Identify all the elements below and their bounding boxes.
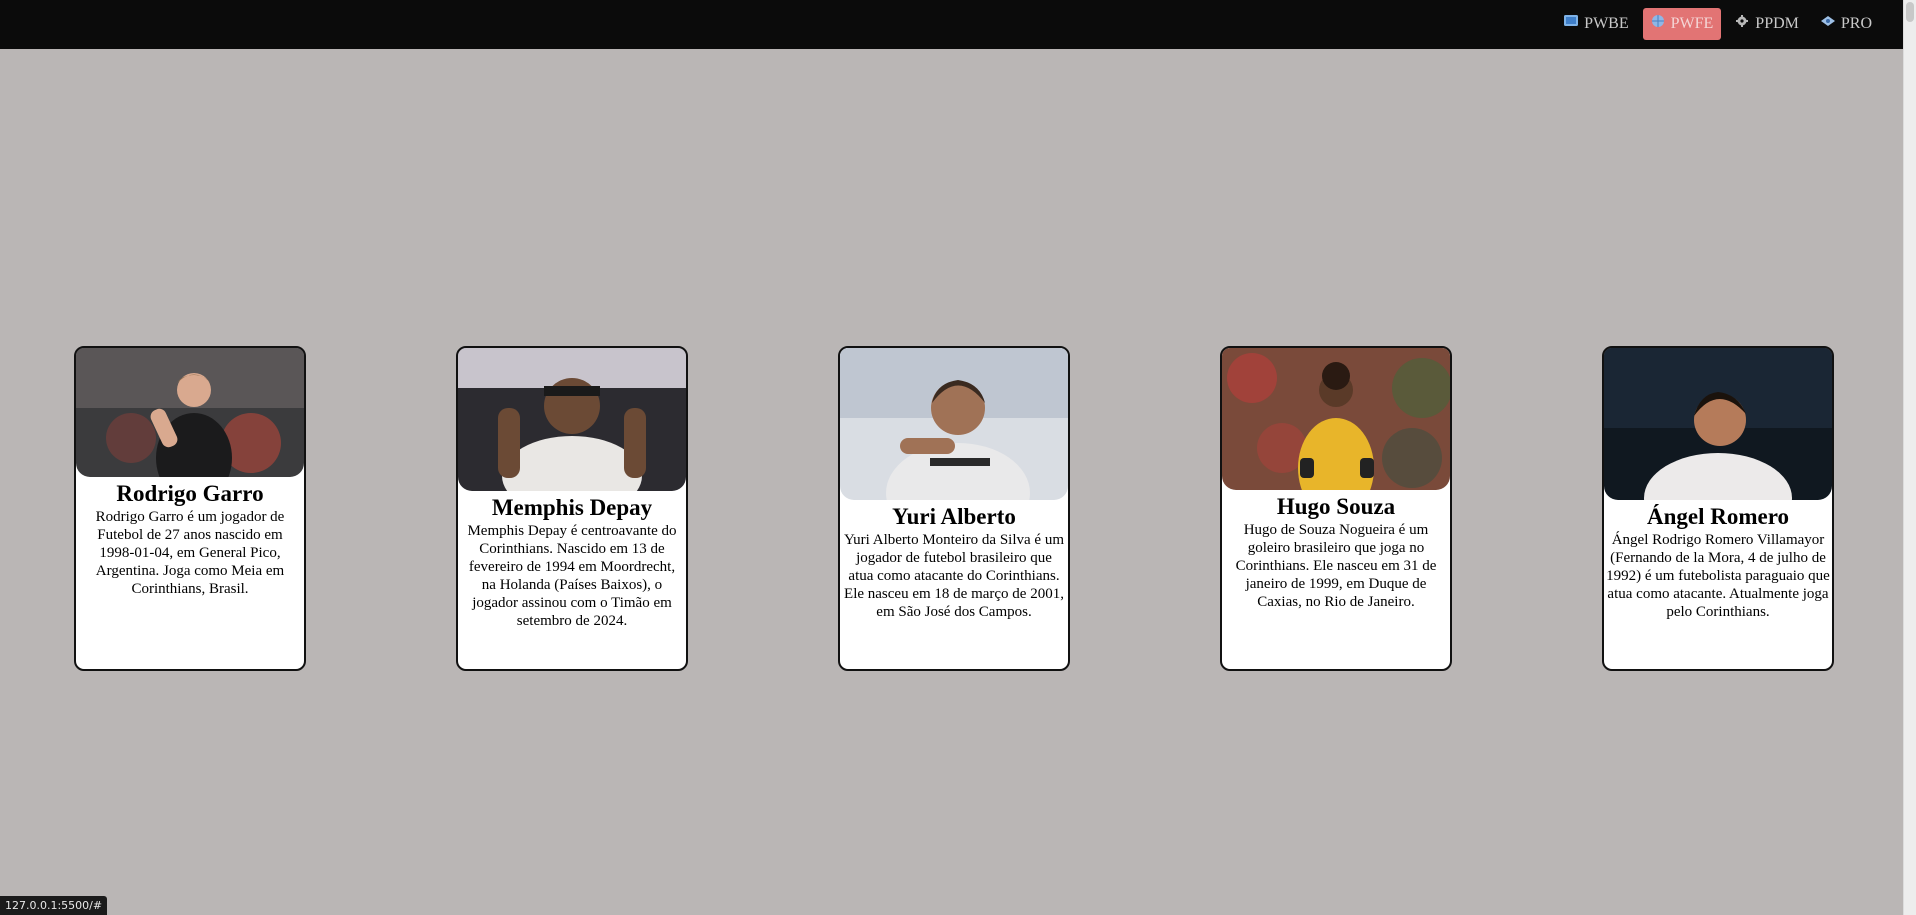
nav-item-label: PPDM xyxy=(1755,15,1799,32)
player-photo xyxy=(1222,348,1450,490)
player-name: Rodrigo Garro xyxy=(116,481,264,506)
player-name: Hugo Souza xyxy=(1276,494,1396,519)
player-description: Rodrigo Garro é um jogador de Futebol de… xyxy=(95,509,285,597)
player-photo xyxy=(840,348,1068,500)
book-icon xyxy=(1564,14,1579,26)
player-card: Rodrigo Garro Rodrigo Garro é um jogador… xyxy=(74,346,306,671)
nav-item-pwfe[interactable]: PWFE xyxy=(1642,8,1722,40)
player-card: Yuri Alberto Yuri Alberto Monteiro da Si… xyxy=(838,346,1070,671)
nav-item-label: PWFE xyxy=(1670,15,1714,32)
nav-item-pro[interactable]: PRO xyxy=(1813,8,1880,40)
player-name: Ángel Romero xyxy=(1646,504,1790,529)
scrollbar[interactable] xyxy=(1903,0,1916,915)
player-photo xyxy=(458,348,686,491)
player-card: Ángel Romero Ángel Rodrigo Romero Villam… xyxy=(1602,346,1834,671)
player-name: Memphis Depay xyxy=(491,495,653,520)
player-card: Hugo Souza Hugo de Souza Nogueira é um g… xyxy=(1220,346,1452,671)
player-description: Ángel Rodrigo Romero Villamayor (Fernand… xyxy=(1606,532,1830,620)
player-description: Memphis Depay é centroavante do Corinthi… xyxy=(467,523,677,629)
player-photo xyxy=(76,348,304,477)
eye-icon xyxy=(1820,14,1835,26)
player-name: Yuri Alberto xyxy=(892,504,1016,529)
top-navbar: PWBE PWFE PPDM PRO xyxy=(0,0,1904,49)
player-description: Yuri Alberto Monteiro da Silva é um joga… xyxy=(844,532,1064,620)
scrollbar-thumb[interactable] xyxy=(1906,2,1914,22)
nav-item-label: PWBE xyxy=(1584,15,1629,32)
globe-icon xyxy=(1651,14,1665,27)
player-card: Memphis Depay Memphis Depay é centroavan… xyxy=(456,346,688,671)
status-bar-url: 127.0.0.1:5500/# xyxy=(0,896,108,915)
nav-item-ppdm[interactable]: PPDM xyxy=(1727,8,1807,40)
nav-item-pwbe[interactable]: PWBE xyxy=(1556,8,1636,40)
gear-icon xyxy=(1735,14,1749,27)
nav-item-label: PRO xyxy=(1840,15,1872,32)
player-description: Hugo de Souza Nogueira é um goleiro bras… xyxy=(1235,522,1437,610)
nav-menu: PWBE PWFE PPDM PRO xyxy=(1556,8,1880,40)
player-cards: Rodrigo Garro Rodrigo Garro é um jogador… xyxy=(74,346,1834,671)
player-photo xyxy=(1604,348,1832,500)
